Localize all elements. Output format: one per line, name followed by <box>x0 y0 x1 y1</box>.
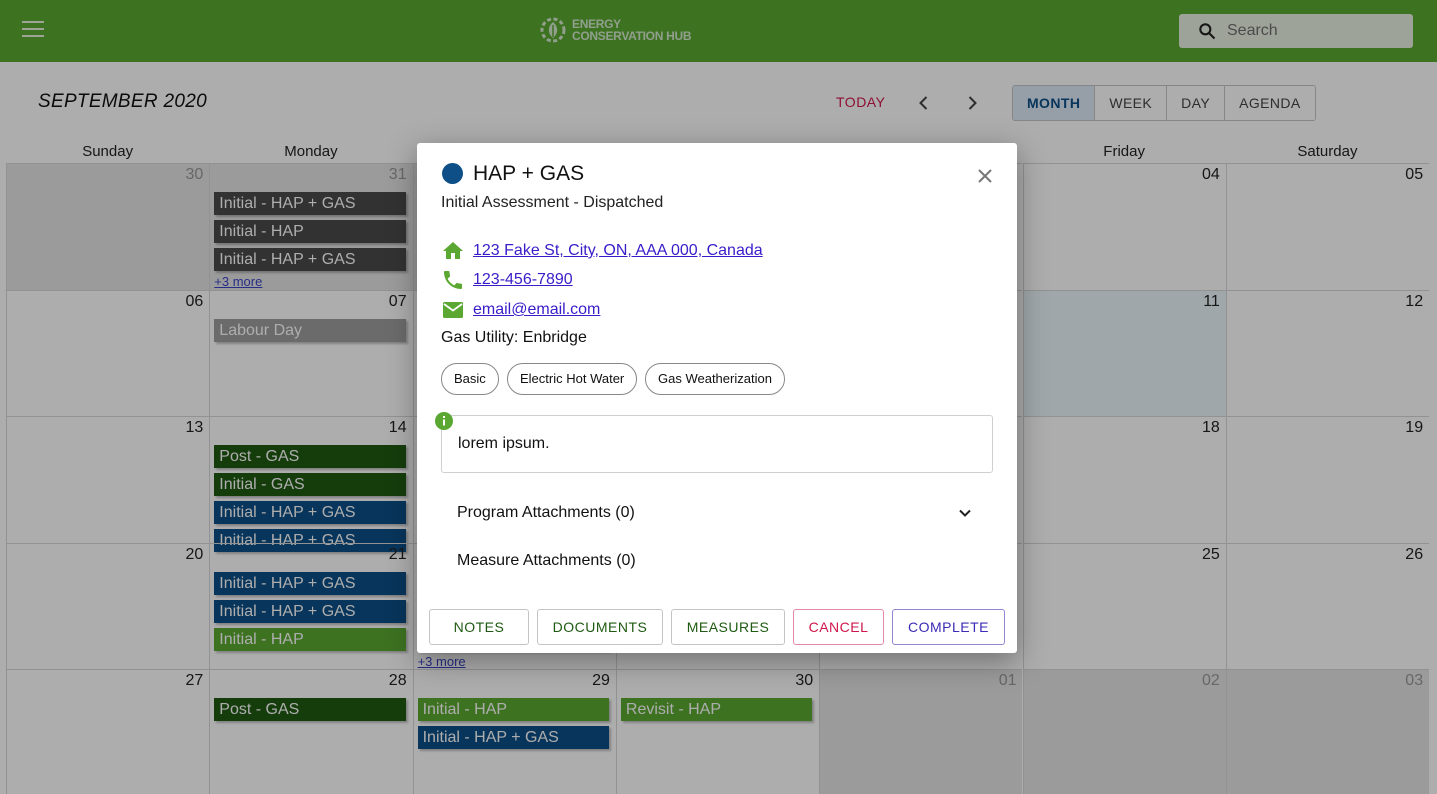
address-link[interactable]: 123 Fake St, City, ON, AAA 000, Canada <box>473 242 763 260</box>
documents-button[interactable]: DOCUMENTS <box>537 609 663 645</box>
info-icon <box>435 412 453 430</box>
phone-icon <box>444 271 462 289</box>
close-icon[interactable] <box>976 167 994 185</box>
dialog-subtitle: Initial Assessment - Dispatched <box>441 194 664 211</box>
measure-attachments-toggle[interactable]: Measure Attachments (0) <box>457 552 636 570</box>
home-icon <box>443 242 463 259</box>
note-box: lorem ipsum. <box>441 415 993 473</box>
chip-gas-weatherization[interactable]: Gas Weatherization <box>645 363 785 395</box>
email-row: email@email.com <box>441 298 600 322</box>
note-text: lorem ipsum. <box>458 435 550 452</box>
phone-row: 123-456-7890 <box>441 268 573 292</box>
email-link[interactable]: email@email.com <box>473 301 600 319</box>
event-color-dot <box>442 163 463 184</box>
email-icon <box>443 302 463 318</box>
measures-button[interactable]: MEASURES <box>671 609 785 645</box>
phone-link[interactable]: 123-456-7890 <box>473 271 573 289</box>
program-attachments-toggle[interactable]: Program Attachments (0) <box>457 504 635 522</box>
notes-button[interactable]: NOTES <box>429 609 529 645</box>
gas-utility-text: Gas Utility: Enbridge <box>441 329 587 346</box>
address-row: 123 Fake St, City, ON, AAA 000, Canada <box>441 239 763 263</box>
chip-basic[interactable]: Basic <box>441 363 499 395</box>
chevron-down-icon[interactable] <box>955 503 975 523</box>
event-dialog: HAP + GAS Initial Assessment - Dispatche… <box>417 143 1017 653</box>
dialog-title: HAP + GAS <box>473 162 585 185</box>
chip-electric-hot-water[interactable]: Electric Hot Water <box>507 363 638 395</box>
complete-button[interactable]: COMPLETE <box>892 609 1005 645</box>
cancel-button[interactable]: CANCEL <box>793 609 884 645</box>
